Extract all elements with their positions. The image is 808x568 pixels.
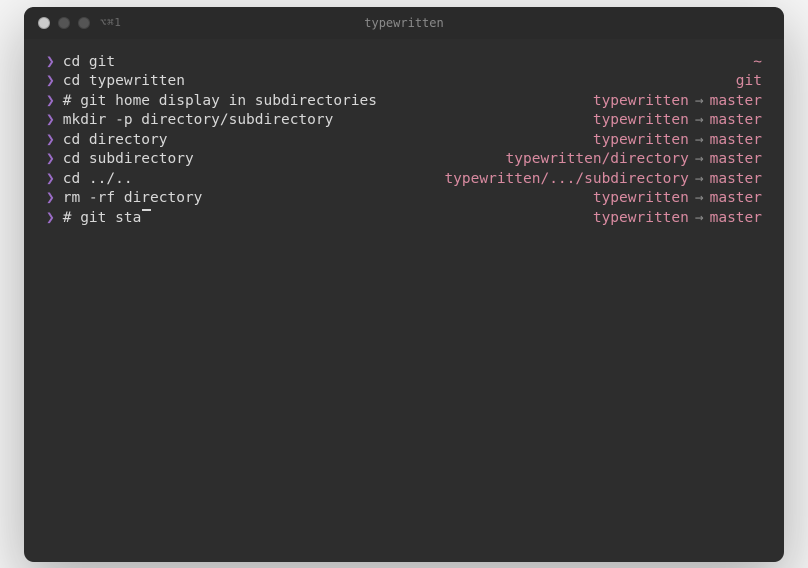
minimize-icon[interactable] (58, 17, 70, 29)
rprompt-path: typewritten (593, 189, 689, 209)
terminal-window: ⌥⌘1 typewritten ❯ cd git ~ ❯ cd typewrit… (24, 7, 784, 562)
terminal-line: ❯ cd git ~ (46, 53, 762, 73)
close-icon[interactable] (38, 17, 50, 29)
git-branch: master (710, 111, 762, 131)
rprompt-path: typewritten (593, 111, 689, 131)
arrow-icon: → (695, 92, 704, 112)
prompt-symbol-icon: ❯ (46, 170, 55, 190)
arrow-icon: → (695, 111, 704, 131)
arrow-icon: → (695, 189, 704, 209)
prompt-symbol-icon: ❯ (46, 189, 55, 209)
prompt-symbol-icon: ❯ (46, 131, 55, 151)
git-branch: master (710, 189, 762, 209)
terminal-line: ❯ cd ../.. typewritten/.../subdirectory … (46, 170, 762, 190)
command-text: cd subdirectory (63, 150, 194, 170)
rprompt-path: typewritten (593, 209, 689, 229)
git-branch: master (710, 209, 762, 229)
prompt-symbol-icon: ❯ (46, 111, 55, 131)
rprompt-path: typewritten (593, 92, 689, 112)
command-text: rm -rf directory (63, 189, 203, 209)
rprompt-path: ~ (753, 53, 762, 73)
terminal-line: ❯ # git sta typewritten → master (46, 209, 762, 229)
terminal-line: ❯ cd typewritten git (46, 72, 762, 92)
command-text: cd git (63, 53, 115, 73)
rprompt-path: typewritten/directory (506, 150, 689, 170)
rprompt-path: typewritten/.../subdirectory (444, 170, 688, 190)
arrow-icon: → (695, 150, 704, 170)
rprompt-path: git (736, 72, 762, 92)
prompt-symbol-icon: ❯ (46, 72, 55, 92)
arrow-icon: → (695, 131, 704, 151)
window-title: typewritten (364, 16, 443, 30)
command-text: cd typewritten (63, 72, 185, 92)
git-branch: master (710, 170, 762, 190)
command-text[interactable]: # git sta (63, 209, 142, 229)
command-text: cd directory (63, 131, 168, 151)
prompt-symbol-icon: ❯ (46, 92, 55, 112)
terminal-body[interactable]: ❯ cd git ~ ❯ cd typewritten git ❯ # git … (24, 39, 784, 562)
zoom-icon[interactable] (78, 17, 90, 29)
cursor-icon (142, 209, 151, 211)
prompt-symbol-icon: ❯ (46, 150, 55, 170)
command-text: cd ../.. (63, 170, 133, 190)
terminal-line: ❯ # git home display in subdirectories t… (46, 92, 762, 112)
terminal-line: ❯ cd directory typewritten → master (46, 131, 762, 151)
terminal-line: ❯ mkdir -p directory/subdirectory typewr… (46, 111, 762, 131)
git-branch: master (710, 150, 762, 170)
rprompt-path: typewritten (593, 131, 689, 151)
arrow-icon: → (695, 170, 704, 190)
git-branch: master (710, 92, 762, 112)
terminal-line: ❯ cd subdirectory typewritten/directory … (46, 150, 762, 170)
prompt-symbol-icon: ❯ (46, 209, 55, 229)
git-branch: master (710, 131, 762, 151)
title-bar: ⌥⌘1 typewritten (24, 7, 784, 39)
command-text: mkdir -p directory/subdirectory (63, 111, 334, 131)
terminal-line: ❯ rm -rf directory typewritten → master (46, 189, 762, 209)
arrow-icon: → (695, 209, 704, 229)
tab-info: ⌥⌘1 (100, 16, 121, 29)
traffic-lights (38, 17, 90, 29)
prompt-symbol-icon: ❯ (46, 53, 55, 73)
command-text: # git home display in subdirectories (63, 92, 377, 112)
